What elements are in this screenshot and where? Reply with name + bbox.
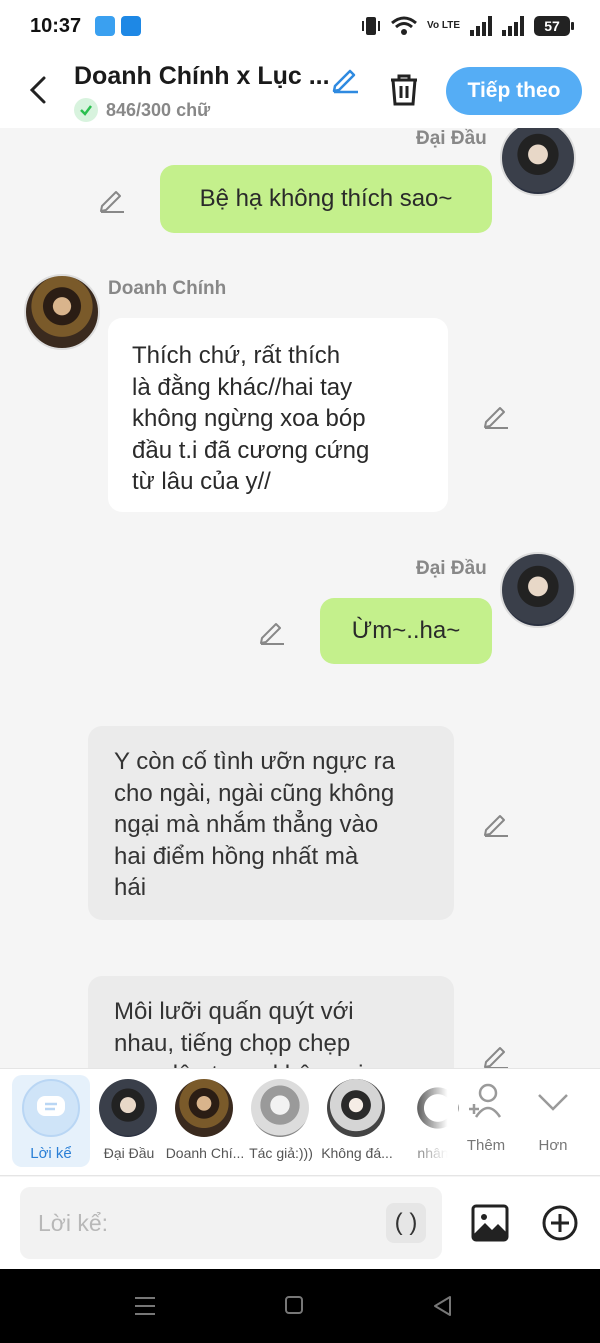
home-icon[interactable] [284,1295,304,1315]
character-selector: Lời kể Đại Đầu Doanh Chí... Tác giả:))) … [0,1068,600,1176]
collapse-button[interactable]: Hơn [520,1075,586,1167]
avatar [175,1079,233,1137]
header: Doanh Chính x Lục ... 846/300 chữ Tiếp t… [0,52,600,128]
chevron-left-icon [29,76,46,104]
avatar[interactable] [500,552,576,628]
edit-message-icon[interactable] [98,186,126,214]
message-sender-name: Đại Đầu [416,558,487,579]
scroll-fade [406,1069,458,1175]
recent-apps-icon[interactable] [134,1295,156,1317]
add-plus-icon[interactable] [540,1203,580,1243]
narration-bubble[interactable]: Môi lưỡi quấn quýt với nhau, tiếng chọp … [88,976,454,1068]
edit-message-icon[interactable] [482,1042,510,1068]
battery-level: 57 [544,18,560,34]
signal-2-icon [502,16,524,36]
signal-1-icon [470,16,492,36]
character-label: Tác giả:))) [249,1145,313,1161]
message-line: từ lâu của y// [132,468,271,495]
add-character-label: Thêm [466,1137,506,1154]
message-line: không ngừng xoa bóp [132,405,366,432]
edit-message-icon[interactable] [258,618,286,646]
message-bubble[interactable]: Ừm~..ha~ [320,598,492,664]
chevron-down-icon [538,1094,568,1111]
character-khong-da[interactable]: Không đá... [316,1075,398,1167]
narration-line: nhau, tiếng chọp chẹp [114,1029,351,1057]
narration-line: hai điểm hồng nhất mà [114,842,359,870]
message-bubble[interactable]: Thích chứ, rất thích là đằng khác//hai t… [108,318,448,512]
narration-line: Y còn cố tình ưỡn ngực ra [114,748,395,775]
narration-input[interactable]: Lời kể: [20,1187,442,1259]
battery-icon: 57 [534,16,574,36]
narration-icon [22,1079,80,1137]
vibrate-icon [362,17,381,35]
collapse-label: Hơn [538,1137,568,1154]
add-person-icon [469,1083,502,1118]
character-label: Đại Đầu [103,1145,155,1161]
narration-line: vang lên trong không gian [114,1059,428,1068]
message-text: Bệ hạ không thích sao~ [199,185,453,213]
composer-bar: Lời kể: ( ) [0,1177,600,1269]
avatar[interactable] [24,274,100,350]
character-doanh-chinh[interactable]: Doanh Chí... [164,1075,246,1167]
parenthesis-button[interactable]: ( ) [386,1203,426,1243]
narration-mode-button[interactable]: Lời kể [12,1075,90,1167]
chat-area[interactable]: Đại Đầu Bệ hạ không thích sao~ Doanh Chí… [0,128,600,1068]
novel-app-icon [121,16,142,36]
app-notification-icon [95,16,116,36]
notification-icons [95,16,142,36]
word-count-row: 846/300 chữ [74,98,210,122]
check-icon [74,98,98,122]
avatar[interactable] [500,128,576,196]
character-label: Doanh Chí... [165,1145,245,1161]
avatar [99,1079,157,1137]
back-button[interactable] [18,70,58,110]
message-line: là đằng khác//hai tay [132,373,353,401]
avatar [251,1079,309,1137]
message-text: Ừm~..ha~ [351,617,461,645]
system-nav-bar [0,1269,600,1343]
edit-message-icon[interactable] [482,810,510,838]
next-button[interactable]: Tiếp theo [446,67,582,115]
character-label: Không đá... [321,1145,393,1161]
message-sender-name: Doanh Chính [108,278,227,299]
wifi-icon [391,16,417,35]
narration-line: hái [114,874,147,901]
narration-line: Môi lưỡi quấn quýt với [114,998,354,1025]
narration-line: cho ngài, ngài cũng không [114,779,395,807]
word-count: 846/300 chữ [106,99,211,120]
story-title[interactable]: Doanh Chính x Lục ... [74,62,330,91]
message-bubble[interactable]: Bệ hạ không thích sao~ [160,165,492,233]
avatar [327,1079,385,1137]
edit-message-icon[interactable] [482,402,510,430]
volte-indicator: Vo LTE [427,20,460,31]
message-line: đầu t.i đã cương cứng [132,436,370,464]
message-sender-name: Đại Đầu [416,128,487,149]
message-line: Thích chứ, rất thích [132,342,341,369]
character-tac-gia[interactable]: Tác giả:))) [240,1075,322,1167]
status-time: 10:37 [30,14,82,37]
narration-line: ngại mà nhắm thẳng vào [114,811,379,838]
status-bar: 10:37 Vo LTE 57 [0,0,600,52]
edit-title-icon[interactable] [330,64,360,94]
character-dai-dau[interactable]: Đại Đầu [88,1075,170,1167]
narration-mode-label: Lời kể [30,1145,72,1162]
image-icon[interactable] [470,1203,510,1243]
back-nav-icon[interactable] [432,1295,454,1317]
add-character-button[interactable]: Thêm [453,1075,519,1167]
narration-bubble[interactable]: Y còn cố tình ưỡn ngực ra cho ngài, ngài… [88,726,454,920]
trash-icon[interactable] [384,70,424,110]
